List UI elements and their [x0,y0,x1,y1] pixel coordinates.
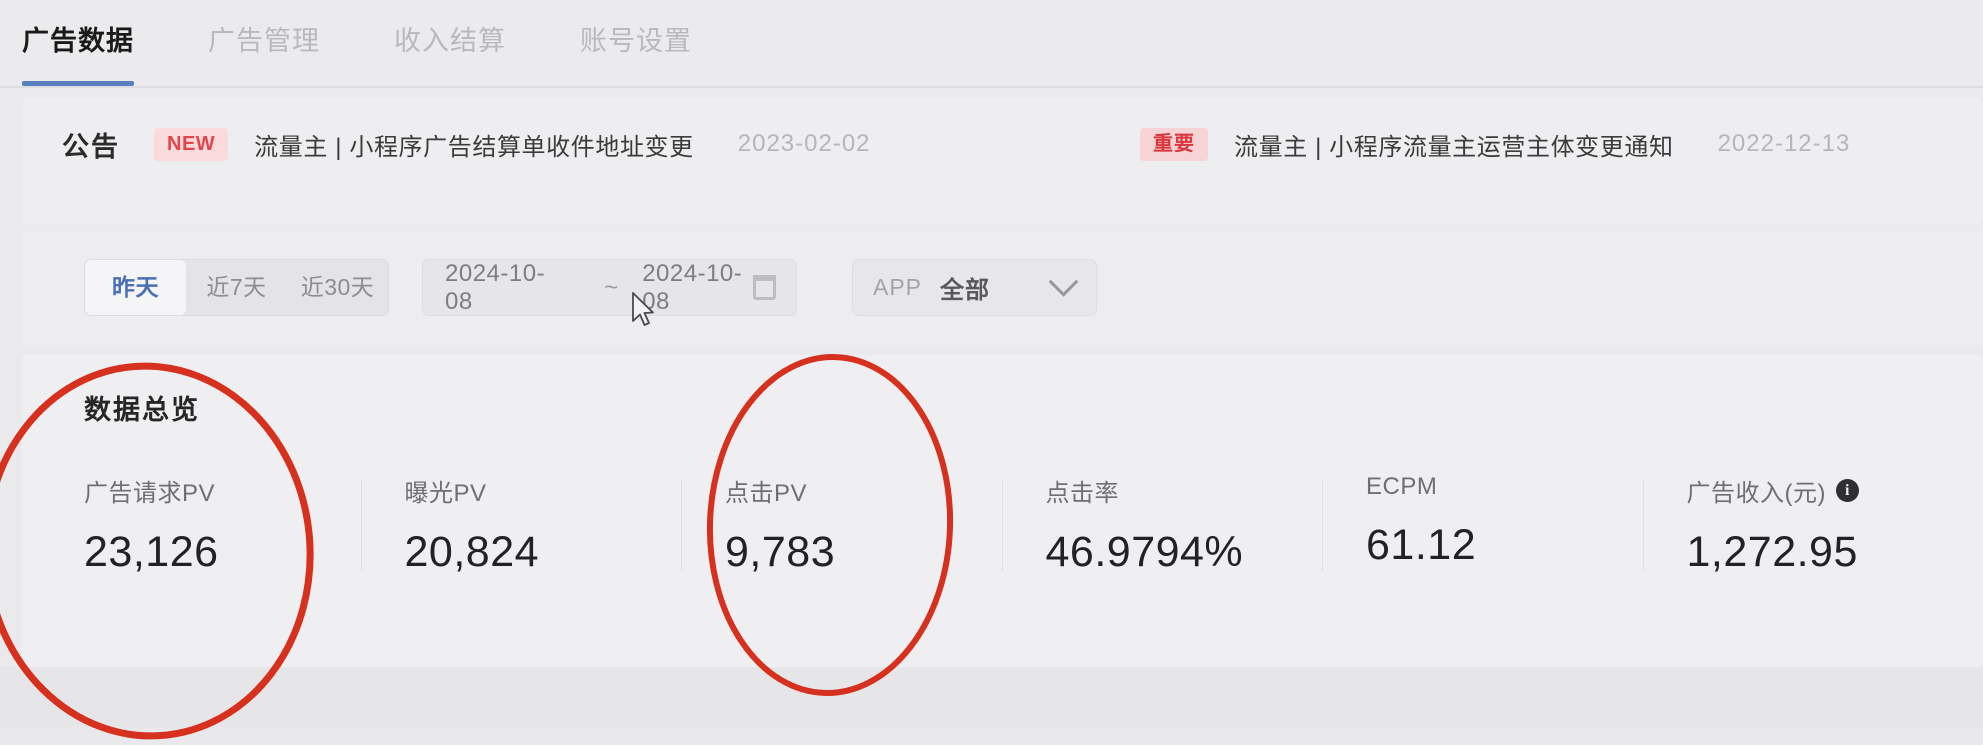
segment-label: 近30天 [300,274,375,300]
date-preset-segmented-control: 昨天 近7天 近30天 [84,259,389,316]
chevron-down-icon[interactable] [1048,266,1079,297]
metric-value: 20,824 [404,528,540,576]
tab-account-settings[interactable]: 账号设置 [542,22,728,60]
calendar-icon[interactable] [753,275,777,300]
metric-label-text: 点击PV [725,480,808,507]
segment-last-30-days[interactable]: 近30天 [287,260,388,315]
segment-label: 昨天 [112,274,159,300]
info-icon[interactable]: i [1835,479,1859,502]
metric-label-text: 广告收入(元) [1686,480,1826,507]
app-filter-select[interactable]: APP 全部 [852,259,1097,316]
metric-label-text: ECPM [1366,473,1438,500]
metric-ecpm: ECPM 61.12 [1322,473,1643,577]
app-filter-value: 全部 [940,277,991,304]
date-range-start[interactable]: 2024-10-08 [445,260,556,316]
date-range-separator: ~ [604,273,619,301]
segment-last-7-days[interactable]: 近7天 [186,260,287,315]
metric-label: 点击率 [1046,473,1323,508]
badge-important: 重要 [1140,127,1208,161]
tab-ad-management[interactable]: 广告管理 [170,22,356,60]
page-bottom-strip [0,667,1983,727]
metric-label-text: 点击率 [1045,480,1119,507]
metric-click-rate: 点击率 46.9794% [1001,473,1323,577]
metric-label: 广告收入(元) i [1687,473,1964,508]
metric-label-text: 曝光PV [404,480,487,507]
metric-click-pv: 点击PV 9,783 [681,473,1002,577]
segment-yesterday[interactable]: 昨天 [85,260,186,315]
top-tab-bar: 广告数据 广告管理 收入结算 账号设置 [0,0,1983,88]
tab-label: 广告管理 [208,26,320,56]
announcement-link[interactable]: 流量主 | 小程序广告结算单收件地址变更 [254,127,694,162]
segment-label: 近7天 [206,274,267,300]
metric-value: 61.12 [1366,521,1477,569]
metric-label: ECPM [1366,473,1643,501]
metric-value: 1,272.95 [1686,528,1858,576]
app-filter-label: APP [873,274,923,300]
tab-list: 广告数据 广告管理 收入结算 账号设置 [22,22,728,86]
metric-label: 点击PV [725,473,1002,508]
announcement-section-label: 公告 [62,131,120,162]
metric-value: 46.9794% [1045,528,1244,576]
announcement-link[interactable]: 流量主 | 小程序流量主运营主体变更通知 [1234,127,1674,162]
announcement-date: 2022-12-13 [1717,130,1851,157]
tab-income-settlement[interactable]: 收入结算 [356,22,542,60]
metric-ad-revenue-yuan: 广告收入(元) i 1,272.95 [1642,473,1964,577]
filter-bar: 昨天 近7天 近30天 2024-10-08 ~ 2024-10-08 APP … [22,232,1983,347]
announcement-date: 2023-02-02 [737,130,871,157]
page-root: 广告数据 广告管理 收入结算 账号设置 公告 NEW 流量主 | 小程序广告结算… [0,0,1983,740]
metric-value: 23,126 [84,528,219,576]
metric-value: 9,783 [725,528,836,576]
announcement-row-1: 公告 NEW 流量主 | 小程序广告结算单收件地址变更 2023-02-02 [62,122,871,166]
metric-impression-pv: 曝光PV 20,824 [360,473,682,577]
metric-label: 广告请求PV [84,473,361,508]
tab-label: 收入结算 [394,26,506,56]
tab-label: 广告数据 [22,26,134,56]
announcement-row-2: 重要 流量主 | 小程序流量主运营主体变更通知 2022-12-13 [1140,122,1850,166]
announcement-card: 公告 NEW 流量主 | 小程序广告结算单收件地址变更 2023-02-02 重… [22,98,1983,224]
metric-ad-request-pv: 广告请求PV 23,126 [84,473,361,577]
metric-list: 广告请求PV 23,126 曝光PV 20,824 点击PV 9,783 点击率 [84,473,1963,577]
metric-label-text: 广告请求PV [84,480,216,507]
date-range-end[interactable]: 2024-10-08 [642,260,753,316]
overview-title: 数据总览 [84,395,200,425]
data-overview-card: 数据总览 广告请求PV 23,126 曝光PV 20,824 点击PV 9,78… [22,355,1983,667]
badge-new: NEW [154,127,229,161]
tab-ad-data[interactable]: 广告数据 [22,22,170,86]
metric-label: 曝光PV [405,473,682,508]
date-range-picker[interactable]: 2024-10-08 ~ 2024-10-08 [422,259,797,316]
tab-active-underline [22,81,134,86]
tab-label: 账号设置 [580,26,692,56]
